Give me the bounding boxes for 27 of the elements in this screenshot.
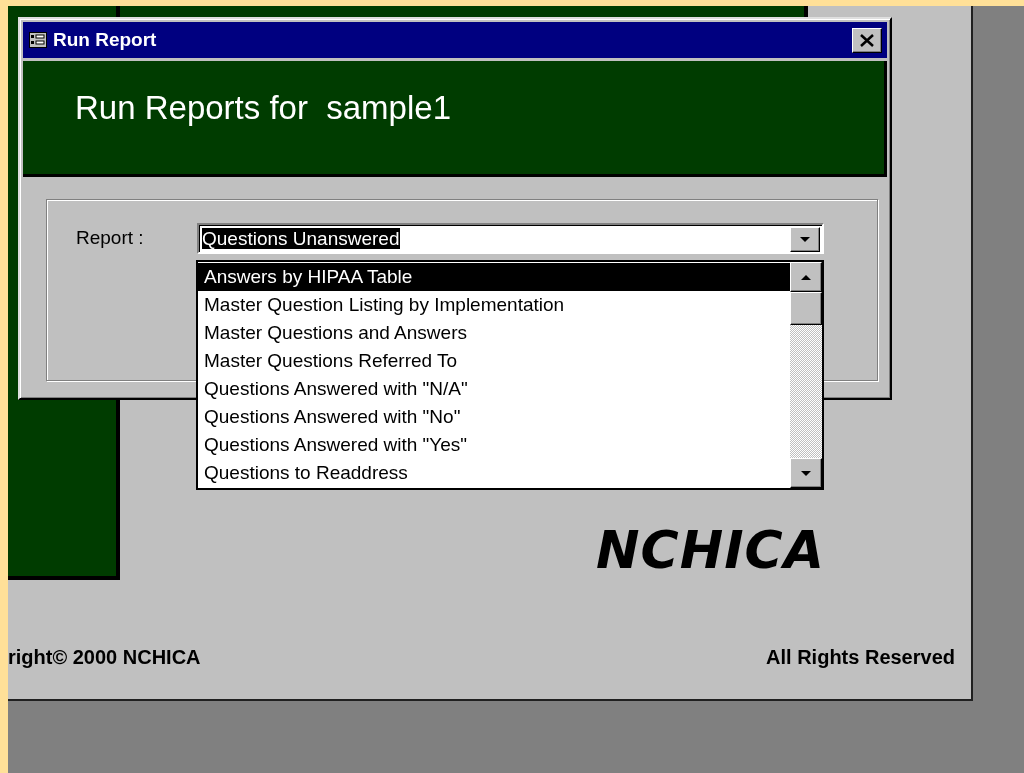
field-label: Report : <box>76 227 144 249</box>
up-arrow-icon <box>801 274 811 280</box>
close-button[interactable] <box>852 27 882 53</box>
scroll-thumb[interactable] <box>790 292 822 325</box>
list-item[interactable]: Questions Answered with "Yes" <box>198 431 790 459</box>
scrollbar[interactable] <box>790 262 822 488</box>
report-dropdown[interactable]: Questions Unanswered <box>197 223 824 254</box>
list-item[interactable]: Master Question Listing by Implementation <box>198 291 790 319</box>
list-item[interactable]: Questions Answered with "N/A" <box>198 375 790 403</box>
scroll-down-button[interactable] <box>790 458 822 488</box>
down-arrow-icon <box>801 470 811 476</box>
dropdown-button[interactable] <box>790 226 820 252</box>
list-item[interactable]: Master Questions and Answers <box>198 319 790 347</box>
scroll-up-button[interactable] <box>790 262 822 292</box>
copyright-text: right© 2000 NCHICA <box>8 646 201 669</box>
caret-icon <box>800 236 810 242</box>
list-item[interactable]: Questions Answered with "No" <box>198 403 790 431</box>
list-item[interactable]: Master Questions Referred To <box>198 347 790 375</box>
window-title: Run Report <box>53 29 158 51</box>
list-item[interactable]: Questions to Readdress <box>198 459 790 487</box>
form-icon <box>29 32 47 48</box>
selected-value: Questions Unanswered <box>202 228 400 249</box>
list-item[interactable]: Answers by HIPAA Table <box>198 263 790 291</box>
close-icon <box>860 33 874 47</box>
logo-text: NCHICA <box>596 520 825 580</box>
rights-text: All Rights Reserved <box>766 646 955 669</box>
banner-heading: Run Reports for sample1 <box>23 61 887 177</box>
